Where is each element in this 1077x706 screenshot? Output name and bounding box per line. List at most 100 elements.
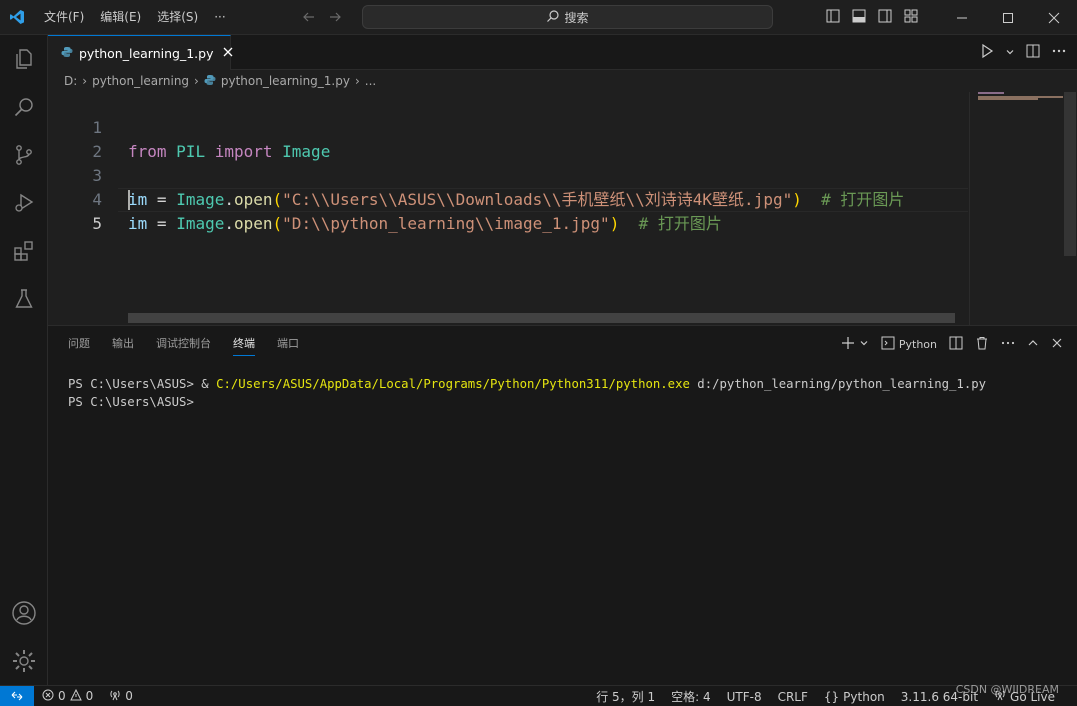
- broadcast-icon: [109, 689, 121, 704]
- source-control-icon[interactable]: [0, 131, 48, 179]
- ports-count: 0: [125, 689, 133, 703]
- dot-token: .: [224, 214, 234, 233]
- terminal-prompt: PS C:\Users\ASUS> &: [68, 377, 217, 391]
- braces-icon: {}: [823, 689, 840, 704]
- tab-label: python_learning_1.py: [79, 45, 214, 61]
- code-line: 3 im = Image.open("C:\\Users\\ASUS\\Down…: [48, 140, 968, 209]
- menu-bar: 文件(F) 编辑(E) 选择(S) ···: [36, 0, 234, 35]
- text-cursor: [128, 190, 130, 210]
- vertical-scrollbar[interactable]: [1063, 92, 1077, 325]
- language-mode[interactable]: {} Python: [816, 690, 893, 704]
- code-editor[interactable]: 1 from PIL import Image 2 3 im = Image.o…: [48, 92, 1077, 325]
- run-dropdown-chevron-icon[interactable]: [1005, 46, 1015, 60]
- search-sidebar-icon[interactable]: [0, 83, 48, 131]
- accounts-icon[interactable]: [0, 589, 48, 637]
- warning-count: 0: [85, 689, 94, 703]
- testing-flask-icon[interactable]: [0, 275, 48, 323]
- maximize-button[interactable]: [985, 0, 1031, 35]
- problems-status[interactable]: 0 0: [34, 688, 101, 704]
- more-actions-icon[interactable]: [1051, 43, 1067, 62]
- string-token: "D:\\python_learning\\image_1.jpg": [282, 214, 610, 233]
- tab-debug-console[interactable]: 调试控制台: [156, 326, 211, 362]
- close-window-button[interactable]: [1031, 0, 1077, 35]
- status-bar: 0 0 0 行 5，列 1 空格: 4 UTF-8 CRLF {} Python…: [0, 685, 1077, 706]
- breadcrumb-more[interactable]: ...: [365, 74, 376, 88]
- search-icon: [546, 9, 560, 26]
- error-count: 0: [58, 689, 66, 703]
- toggle-panel-icon[interactable]: [851, 8, 867, 27]
- class-token: Image: [176, 214, 225, 233]
- python-file-icon: [204, 74, 216, 89]
- search-label: 搜索: [564, 10, 589, 25]
- remote-indicator-icon[interactable]: [0, 685, 34, 706]
- terminal-prompt-icon: [881, 336, 895, 353]
- terminal-dropdown-chevron-icon[interactable]: [859, 337, 869, 351]
- terminal-arg: d:/python_learning/python_learning_1.py: [689, 377, 987, 391]
- variable-token: im: [128, 214, 148, 233]
- language-label: Python: [843, 689, 885, 704]
- toggle-primary-sidebar-icon[interactable]: [825, 8, 841, 27]
- tab-problems[interactable]: 问题: [68, 326, 90, 362]
- new-terminal-plus-icon[interactable]: [841, 336, 855, 353]
- toggle-secondary-sidebar-icon[interactable]: [877, 8, 893, 27]
- tab-ports[interactable]: 端口: [277, 326, 299, 362]
- cursor-position[interactable]: 行 5，列 1: [588, 688, 663, 705]
- horizontal-scrollbar[interactable]: [128, 313, 955, 323]
- manage-gear-icon[interactable]: [0, 637, 48, 685]
- menu-file[interactable]: 文件(F): [36, 0, 92, 35]
- terminal-exe-path: C:/Users/ASUS/AppData/Local/Programs/Pyt…: [216, 377, 690, 391]
- vscode-logo-icon: [0, 0, 34, 35]
- editor-tabs: python_learning_1.py: [48, 35, 1077, 70]
- comment-token: # 打开图片: [638, 214, 722, 233]
- paren-token: (: [272, 214, 283, 233]
- indentation[interactable]: 空格: 4: [663, 688, 719, 705]
- explorer-icon[interactable]: [0, 35, 48, 83]
- run-python-file-icon[interactable]: [979, 43, 995, 62]
- customize-layout-icon[interactable]: [903, 8, 919, 27]
- minimap[interactable]: [969, 92, 1064, 325]
- code-line: 2: [48, 116, 968, 161]
- minimize-button[interactable]: [939, 0, 985, 35]
- encoding[interactable]: UTF-8: [719, 690, 770, 704]
- title-bar: 文件(F) 编辑(E) 选择(S) ··· 搜索: [0, 0, 1077, 35]
- terminal-profile[interactable]: Python: [881, 336, 937, 353]
- command-center-search[interactable]: 搜索: [362, 5, 773, 29]
- breadcrumb-folder[interactable]: python_learning: [92, 74, 189, 88]
- menu-more[interactable]: ···: [206, 0, 233, 35]
- tab-terminal[interactable]: 终端: [233, 326, 255, 362]
- menu-selection[interactable]: 选择(S): [149, 0, 206, 35]
- navigation-arrows: [300, 8, 344, 26]
- ports-status[interactable]: 0: [101, 689, 141, 704]
- line-ending[interactable]: CRLF: [770, 690, 816, 704]
- close-panel-icon[interactable]: [1051, 337, 1063, 352]
- forward-arrow-icon[interactable]: [326, 8, 344, 26]
- terminal-output[interactable]: PS C:\Users\ASUS> & C:/Users/ASUS/AppDat…: [68, 376, 986, 411]
- tab-output[interactable]: 输出: [112, 326, 134, 362]
- panel-more-icon[interactable]: [1001, 336, 1015, 353]
- function-token: open: [234, 214, 273, 233]
- panel-actions: Python: [841, 326, 1063, 362]
- maximize-panel-chevron-up-icon[interactable]: [1027, 337, 1039, 352]
- menu-edit[interactable]: 编辑(E): [92, 0, 149, 35]
- breadcrumb: D: › python_learning › python_learning_1…: [48, 70, 1077, 92]
- python-file-icon: [61, 46, 73, 61]
- warning-icon: [69, 688, 82, 704]
- run-and-debug-icon[interactable]: [0, 179, 48, 227]
- kill-terminal-trash-icon[interactable]: [975, 336, 989, 353]
- breadcrumb-file[interactable]: python_learning_1.py: [221, 74, 350, 88]
- title-right-controls: [825, 0, 1077, 35]
- breadcrumb-drive[interactable]: D:: [64, 74, 77, 88]
- paren-token: ): [609, 214, 620, 233]
- split-editor-icon[interactable]: [1025, 43, 1041, 62]
- tab-python-learning-1[interactable]: python_learning_1.py: [48, 35, 233, 70]
- line-number: 5: [92, 214, 102, 233]
- editor-actions: [979, 35, 1067, 70]
- split-terminal-icon[interactable]: [949, 336, 963, 353]
- error-icon: [42, 689, 54, 704]
- back-arrow-icon[interactable]: [300, 8, 318, 26]
- operator-token: =: [156, 214, 167, 233]
- close-tab-icon[interactable]: [223, 46, 233, 60]
- extensions-icon[interactable]: [0, 227, 48, 275]
- scrollbar-thumb[interactable]: [1064, 92, 1076, 256]
- activity-bar: [0, 35, 48, 685]
